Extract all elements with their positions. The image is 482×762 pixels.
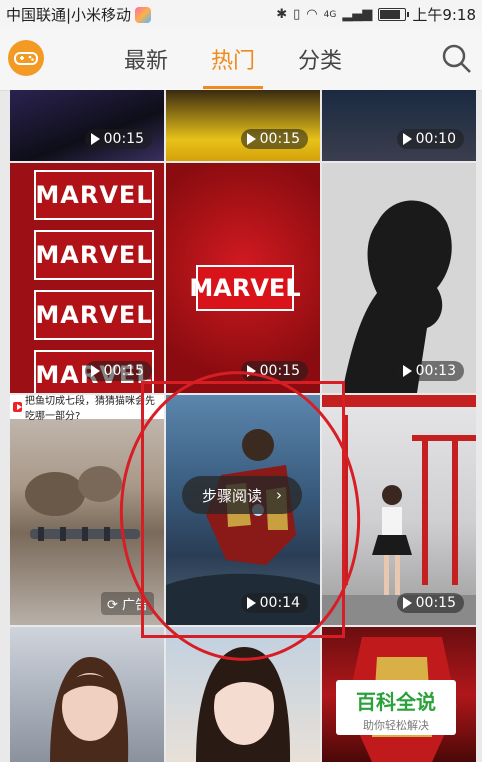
video-card[interactable]: MARVEL 00:15 — [166, 163, 320, 393]
silhouette-image — [342, 200, 452, 393]
search-icon[interactable] — [440, 42, 474, 76]
status-bar: 中国联通|小米移动 ✱ ▯ ◠ 4G ▂▄▆ 上午9:18 — [0, 0, 482, 28]
play-icon — [402, 365, 412, 377]
play-icon — [246, 133, 256, 145]
video-card[interactable]: MARVEL MARVEL MARVEL MARVEL 00:15 — [10, 163, 164, 393]
wifi-icon: ◠ — [306, 7, 318, 22]
girl-photo — [50, 657, 129, 762]
watermark: 百科全说 助你轻松解决 — [336, 680, 456, 735]
watermark-title: 百科全说 — [356, 690, 436, 714]
duration-badge: 00:15 — [84, 129, 152, 149]
duration-badge: 00:13 — [396, 361, 464, 381]
tab-bar: 最新 热门 分类 — [120, 28, 346, 90]
video-icon — [13, 402, 22, 412]
tab-category[interactable]: 分类 — [294, 43, 346, 75]
play-icon — [90, 365, 100, 377]
video-card[interactable]: 00:13 — [322, 163, 476, 393]
tab-hot[interactable]: 热门 — [203, 43, 264, 89]
signal-icon: ▂▄▆ — [342, 7, 373, 22]
play-icon — [402, 133, 412, 145]
video-card[interactable]: 00:10 — [322, 90, 476, 161]
network-type: 4G — [323, 9, 337, 20]
duration-badge: 00:10 — [396, 129, 464, 149]
marvel-logo-3: MARVEL — [34, 290, 154, 340]
video-card[interactable] — [10, 627, 164, 762]
marvel-logo-1: MARVEL — [34, 170, 154, 220]
duration-badge: 00:15 — [240, 129, 308, 149]
video-card[interactable]: 00:15 — [10, 90, 164, 161]
status-time: 上午9:18 — [412, 6, 476, 24]
duration-badge: 00:15 — [396, 593, 464, 613]
duration-badge: 00:15 — [84, 361, 152, 381]
marvel-logo-2: MARVEL — [34, 230, 154, 280]
battery-icon — [378, 8, 410, 21]
play-icon — [402, 597, 412, 609]
bluetooth-icon: ✱ — [276, 7, 288, 22]
tab-latest[interactable]: 最新 — [120, 43, 172, 75]
carrier-text: 中国联通|小米移动 — [6, 6, 132, 24]
top-navigation: 最新 热门 分类 — [0, 28, 482, 91]
watermark-subtitle: 助你轻松解决 — [363, 719, 429, 732]
play-icon — [90, 133, 100, 145]
vibrate-icon: ▯ — [293, 7, 301, 22]
game-controller-icon[interactable] — [8, 40, 44, 76]
marvel-logo: MARVEL — [189, 265, 301, 311]
app-notification-icon — [135, 6, 152, 23]
video-card[interactable]: 00:15 — [166, 90, 320, 161]
